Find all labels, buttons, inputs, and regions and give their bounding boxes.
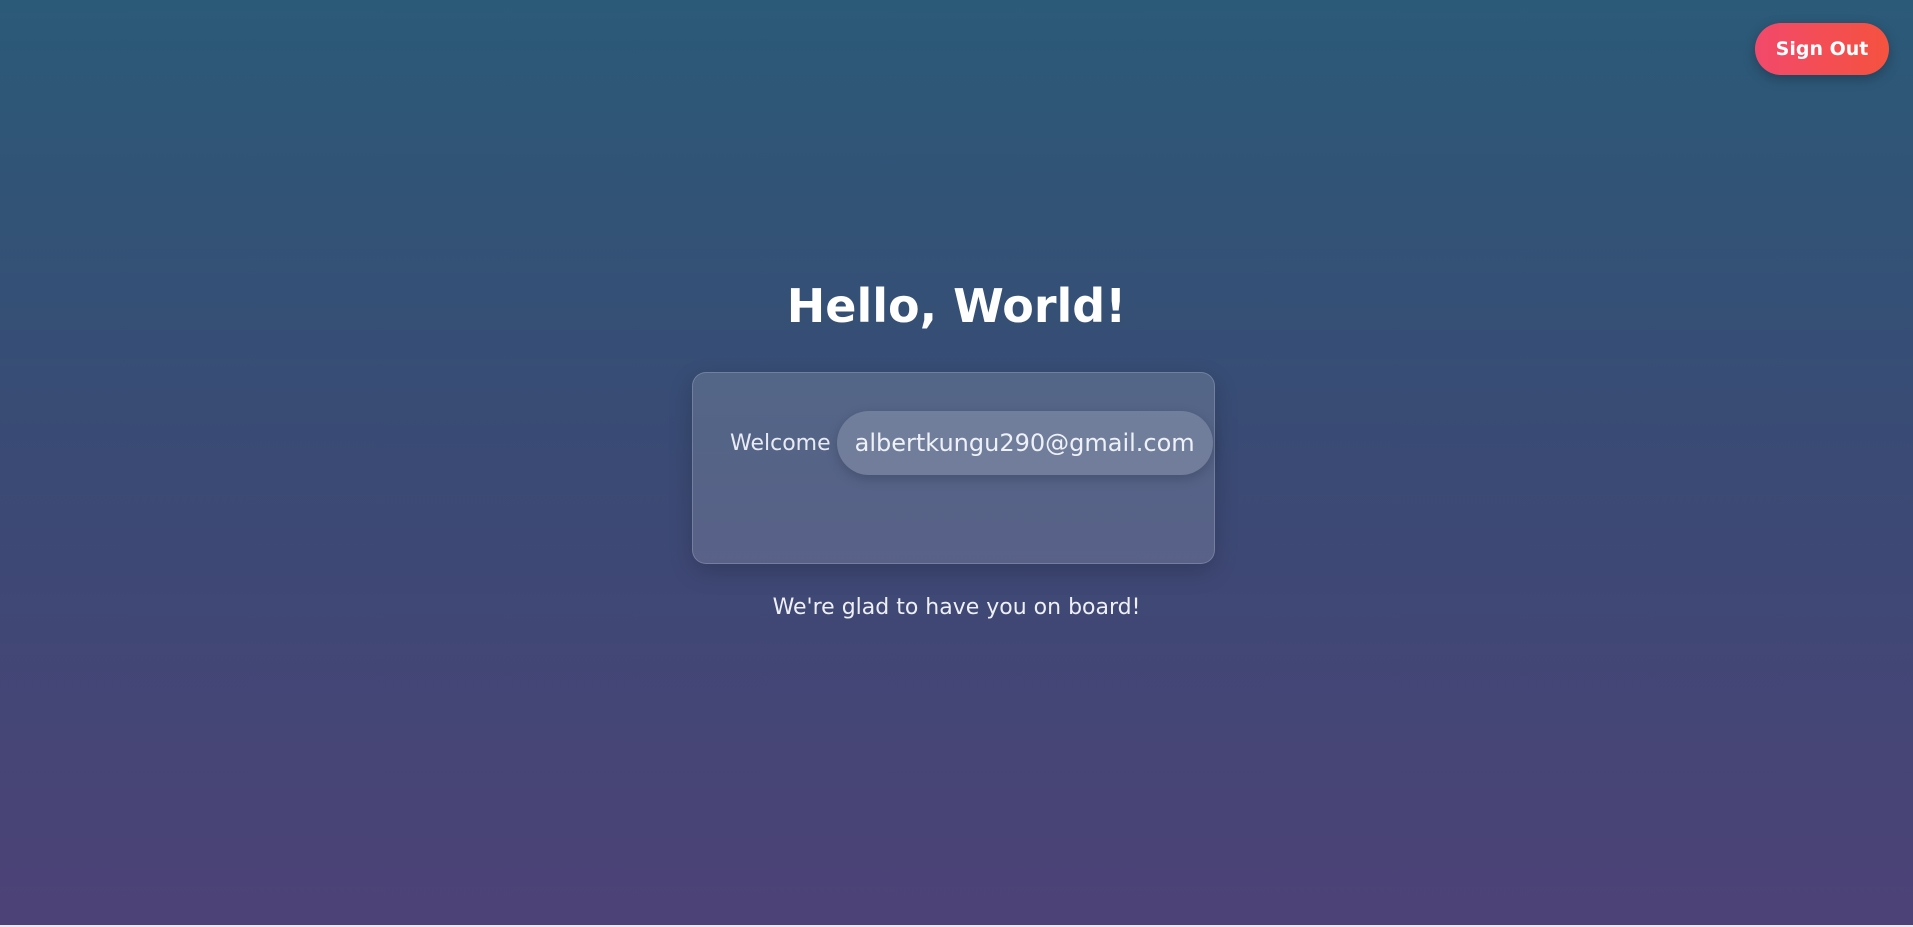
welcome-row: Welcome albertkungu290@gmail.com: [730, 411, 1213, 475]
welcome-label: Welcome: [730, 430, 831, 456]
welcome-message: We're glad to have you on board!: [772, 595, 1141, 620]
user-email-badge: albertkungu290@gmail.com: [836, 411, 1213, 475]
page-title: Hello, World!: [786, 279, 1127, 333]
page-body: { "header": { "sign_out_label": "Sign Ou…: [0, 0, 1913, 927]
welcome-card: Welcome albertkungu290@gmail.com: [692, 372, 1215, 564]
sign-out-button[interactable]: Sign Out: [1755, 23, 1889, 75]
